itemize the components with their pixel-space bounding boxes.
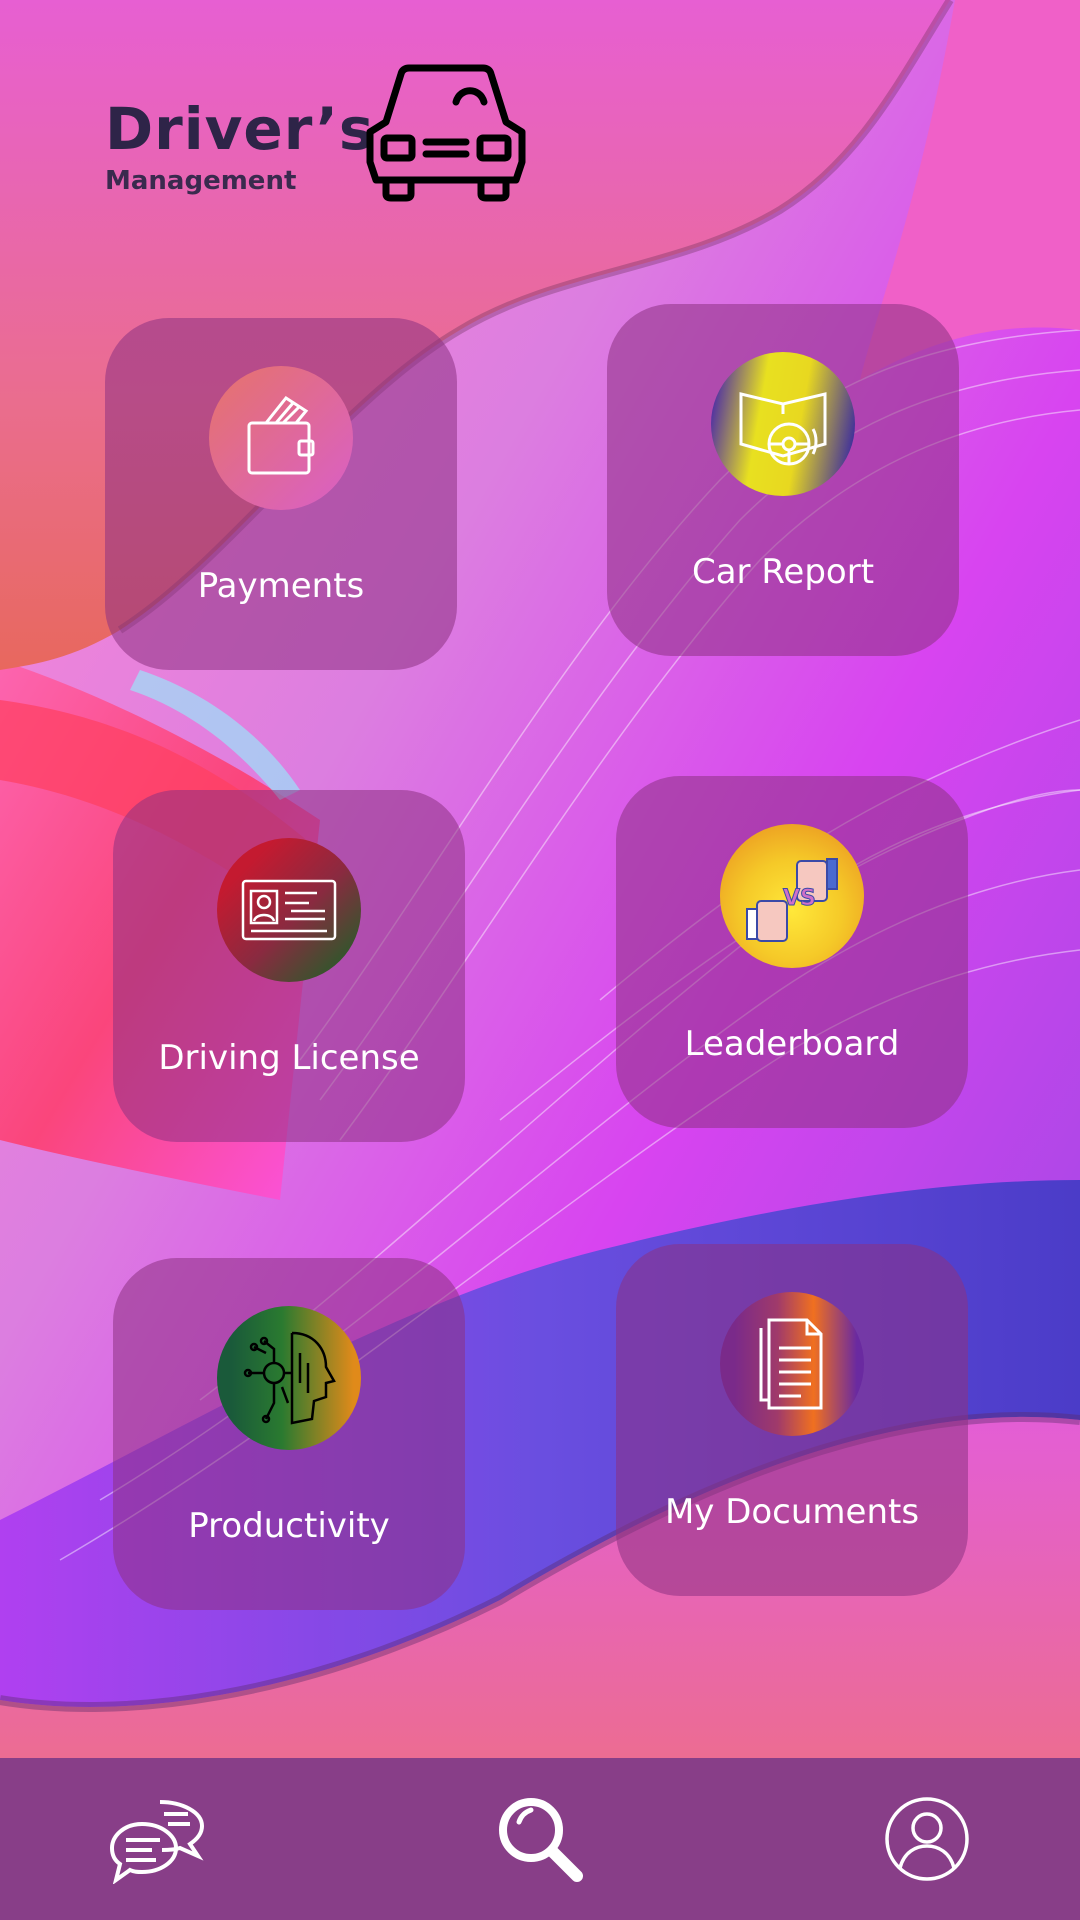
bottom-nav (0, 1758, 1080, 1920)
tile-label: Leaderboard (684, 1024, 900, 1064)
payments-tile[interactable]: Payments (105, 318, 457, 670)
documents-icon (720, 1292, 864, 1436)
tile-label: Payments (197, 566, 365, 606)
car-report-tile[interactable]: Car Report (607, 304, 959, 656)
app-title: Driver’s (105, 95, 375, 163)
search-icon[interactable] (490, 1758, 590, 1920)
my-documents-tile[interactable]: My Documents (616, 1244, 968, 1596)
tile-label: My Documents (664, 1492, 920, 1532)
id-card-icon (217, 838, 361, 982)
steering-wheel-book-icon (711, 352, 855, 496)
app-subtitle: Management (105, 166, 297, 196)
car-front-icon (356, 62, 536, 207)
productivity-tile[interactable]: Productivity (113, 1258, 465, 1610)
driving-license-tile[interactable]: Driving License (113, 790, 465, 1142)
tile-label: Car Report (691, 552, 875, 592)
tile-label: Driving License (158, 1038, 420, 1078)
wallet-icon (209, 366, 353, 510)
tile-label: Productivity (188, 1506, 390, 1546)
chat-bubbles-icon[interactable] (100, 1758, 220, 1920)
user-profile-icon[interactable] (872, 1758, 982, 1920)
leaderboard-tile[interactable]: VS Leaderboard (616, 776, 968, 1128)
app-header: Driver’s Management (105, 100, 374, 194)
svg-text:VS: VS (783, 886, 816, 911)
versus-hands-icon: VS (720, 824, 864, 968)
ai-head-circuit-icon (217, 1306, 361, 1450)
